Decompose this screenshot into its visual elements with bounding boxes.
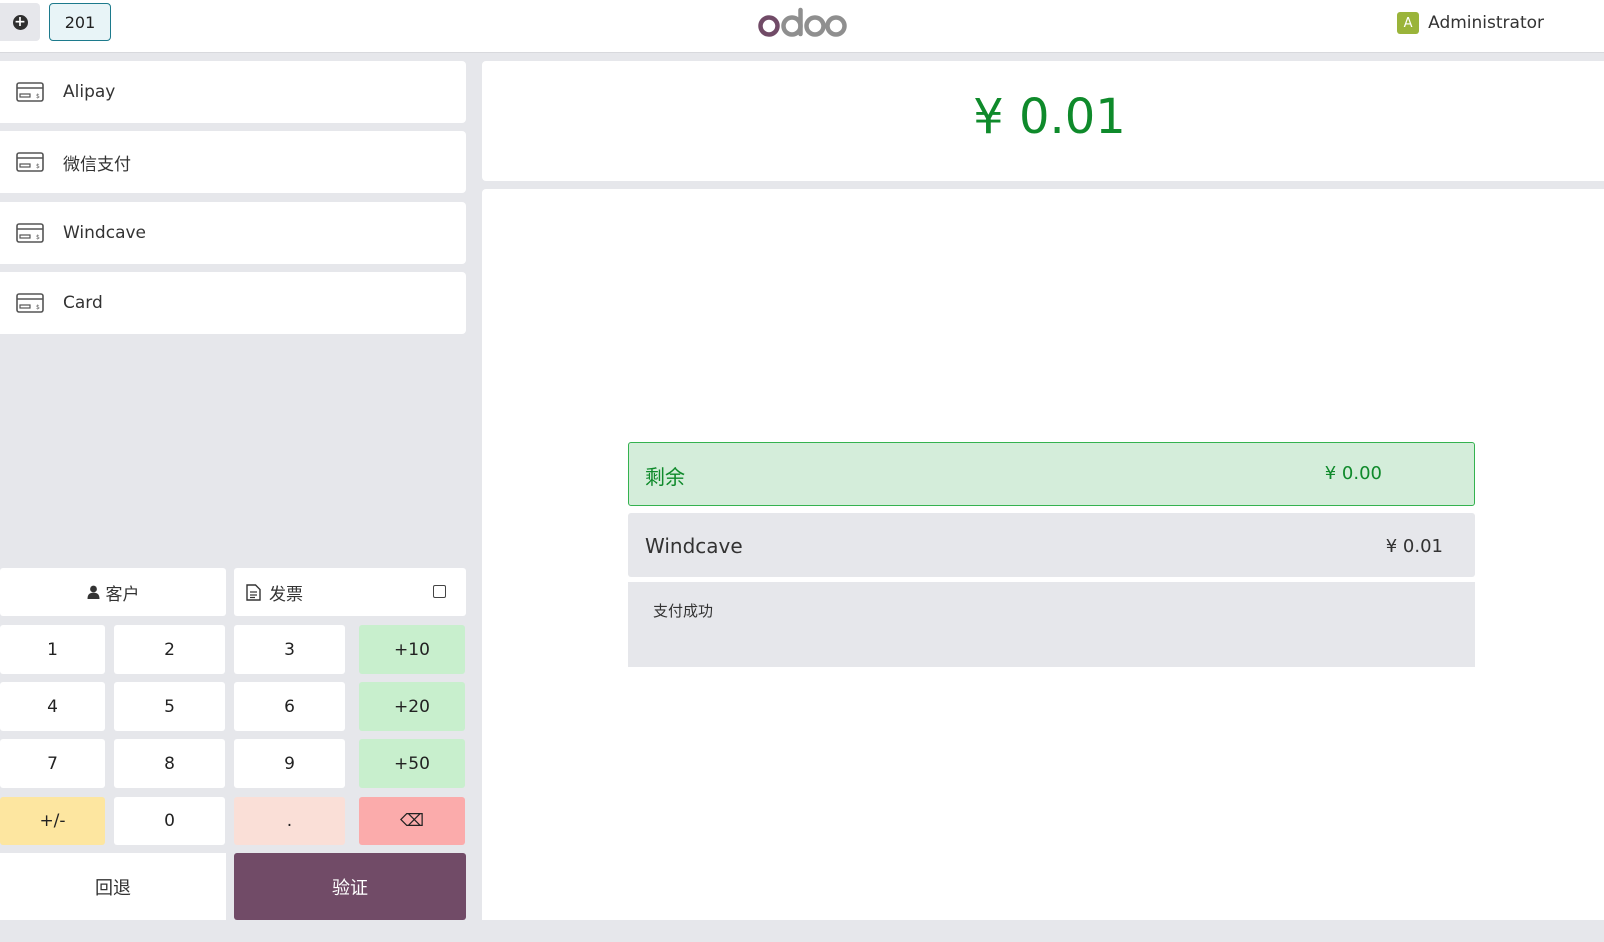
order-tab[interactable]: 201 bbox=[49, 3, 111, 41]
key-label: 5 bbox=[164, 696, 175, 717]
validate-label: 验证 bbox=[332, 877, 368, 899]
svg-text:$: $ bbox=[36, 234, 40, 241]
key-label: +50 bbox=[394, 753, 430, 774]
numpad-key-decimal[interactable]: . bbox=[234, 797, 345, 845]
numpad-key-0[interactable]: 0 bbox=[114, 797, 225, 845]
credit-card-icon: $ bbox=[16, 223, 44, 243]
numpad-key-plus-50[interactable]: +50 bbox=[359, 739, 465, 788]
invoice-button[interactable]: 发票 bbox=[234, 568, 466, 616]
credit-card-icon: $ bbox=[16, 293, 44, 313]
remaining-label: 剩余 bbox=[645, 465, 685, 489]
invoice-label: 发票 bbox=[269, 584, 303, 605]
payment-status-text: 支付成功 bbox=[653, 602, 714, 620]
odoo-logo bbox=[758, 7, 847, 37]
payment-method-label: Card bbox=[63, 293, 103, 313]
key-label: . bbox=[286, 811, 293, 831]
validate-button[interactable]: 验证 bbox=[234, 853, 466, 920]
svg-text:$: $ bbox=[36, 93, 40, 100]
payment-method-card[interactable]: $ Card bbox=[0, 272, 466, 334]
payment-line[interactable]: Windcave ¥ 0.01 bbox=[628, 513, 1475, 577]
remaining-row: 剩余 ¥ 0.00 bbox=[628, 442, 1475, 506]
invoice-checkbox[interactable] bbox=[433, 585, 446, 598]
numpad-key-1[interactable]: 1 bbox=[0, 625, 105, 674]
payment-method-label: Windcave bbox=[63, 223, 147, 243]
plus-circle-icon: + bbox=[12, 13, 28, 30]
remaining-value: ¥ 0.00 bbox=[1324, 463, 1382, 484]
numpad-key-8[interactable]: 8 bbox=[114, 739, 225, 788]
svg-text:$: $ bbox=[36, 163, 40, 170]
numpad-key-plus-20[interactable]: +20 bbox=[359, 682, 465, 731]
numpad-key-6[interactable]: 6 bbox=[234, 682, 345, 731]
order-tab-label: 201 bbox=[64, 12, 96, 32]
payment-method-alipay[interactable]: $ Alipay bbox=[0, 61, 466, 123]
key-label: +/- bbox=[39, 811, 66, 831]
add-order-button[interactable]: + bbox=[0, 3, 40, 41]
total-panel: ¥ 0.01 bbox=[482, 61, 1604, 181]
customer-label: 客户 bbox=[105, 584, 140, 605]
backspace-icon: ⌫ bbox=[399, 811, 425, 831]
key-label: 7 bbox=[47, 753, 58, 774]
numpad-key-7[interactable]: 7 bbox=[0, 739, 105, 788]
user-name: Administrator bbox=[1428, 13, 1544, 33]
payment-method-wechat[interactable]: $ 微信支付 bbox=[0, 131, 466, 193]
top-bar: + 201 A Administrator bbox=[0, 0, 1604, 53]
svg-text:$: $ bbox=[36, 304, 40, 311]
payment-status-box: 支付成功 bbox=[628, 582, 1475, 667]
key-label: 6 bbox=[284, 696, 295, 717]
numpad-key-backspace[interactable]: ⌫ bbox=[359, 797, 465, 845]
numpad-key-5[interactable]: 5 bbox=[114, 682, 225, 731]
key-label: +10 bbox=[394, 639, 430, 660]
numpad-key-sign[interactable]: +/- bbox=[0, 797, 105, 845]
key-label: 0 bbox=[164, 811, 175, 831]
user-icon bbox=[87, 585, 99, 599]
key-label: 2 bbox=[164, 639, 175, 660]
back-button[interactable]: 回退 bbox=[0, 853, 226, 920]
numpad-key-9[interactable]: 9 bbox=[234, 739, 345, 788]
back-label: 回退 bbox=[95, 877, 131, 899]
key-label: 9 bbox=[284, 753, 295, 774]
numpad-key-2[interactable]: 2 bbox=[114, 625, 225, 674]
credit-card-icon: $ bbox=[16, 152, 44, 172]
key-label: +20 bbox=[394, 696, 430, 717]
key-label: 3 bbox=[284, 639, 295, 660]
key-label: 1 bbox=[47, 639, 58, 660]
customer-button[interactable]: 客户 bbox=[0, 568, 226, 616]
document-icon bbox=[246, 583, 261, 601]
credit-card-icon: $ bbox=[16, 82, 44, 102]
payment-line-method: Windcave bbox=[645, 534, 743, 558]
payment-method-windcave[interactable]: $ Windcave bbox=[0, 202, 466, 264]
payment-method-label: Alipay bbox=[63, 82, 116, 102]
numpad-key-3[interactable]: 3 bbox=[234, 625, 345, 674]
payment-line-amount: ¥ 0.01 bbox=[1385, 536, 1443, 557]
user-menu[interactable]: A Administrator bbox=[1397, 11, 1544, 35]
total-amount: ¥ 0.01 bbox=[973, 89, 1126, 145]
numpad-key-plus-10[interactable]: +10 bbox=[359, 625, 465, 674]
avatar: A bbox=[1397, 12, 1420, 34]
key-label: 4 bbox=[47, 696, 58, 717]
payment-method-label: 微信支付 bbox=[63, 154, 131, 175]
key-label: 8 bbox=[164, 753, 175, 774]
numpad-key-4[interactable]: 4 bbox=[0, 682, 105, 731]
